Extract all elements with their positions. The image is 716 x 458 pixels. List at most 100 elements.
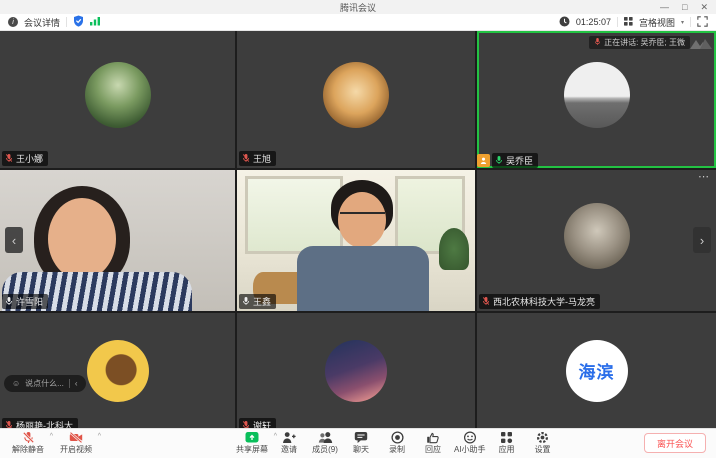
video-grid: 王小娜 王旭 正在讲话: 吴乔臣; 王微 吴乔臣: [0, 31, 716, 428]
meeting-details-button[interactable]: 会议详情: [24, 16, 60, 29]
quick-chat-input[interactable]: ☺ 说点什么... ‹: [4, 375, 86, 392]
mic-muted-icon: [5, 420, 13, 429]
host-badge-icon: [477, 154, 490, 167]
start-video-label: 开启视频: [60, 444, 92, 455]
mic-speaking-icon: [495, 155, 503, 167]
apps-grid-icon: [500, 431, 513, 444]
previous-page-button[interactable]: ‹: [5, 227, 23, 253]
mic-muted-icon: [482, 296, 490, 308]
participant-name-tag: 王鑫: [239, 294, 276, 309]
participant-name-tag: 杨丽艳-北科大: [2, 418, 78, 428]
chevron-up-icon[interactable]: ^: [98, 433, 101, 440]
avatar-text: 海滨: [566, 340, 628, 402]
fullscreen-icon[interactable]: [697, 16, 708, 29]
minimize-button[interactable]: —: [660, 0, 669, 14]
settings-button[interactable]: 设置: [528, 431, 558, 455]
participant-tile[interactable]: 王旭: [237, 31, 475, 168]
chat-placeholder[interactable]: 说点什么...: [25, 378, 64, 389]
divider: [66, 17, 67, 27]
reaction-label: 回应: [425, 444, 441, 455]
participant-name: 王鑫: [253, 295, 271, 308]
members-button[interactable]: 成员(9): [310, 431, 340, 455]
share-screen-button[interactable]: ^ 共享屏幕: [236, 431, 268, 455]
chevron-down-icon[interactable]: ▾: [681, 19, 684, 26]
avatar: [564, 203, 630, 269]
participant-tile[interactable]: ⋯ 西北农林科技大学-马龙亮: [477, 170, 716, 311]
members-label: 成员(9): [312, 444, 338, 455]
start-video-button[interactable]: ^ 开启视频: [60, 431, 92, 455]
participant-name: 西北农林科技大学-马龙亮: [493, 295, 595, 308]
camera-off-icon: [69, 431, 83, 444]
grid-view-icon: [624, 17, 633, 28]
menu-right-group: 01:25:07 宫格视图 ▾: [559, 16, 708, 29]
avatar: [325, 340, 387, 402]
members-icon: [318, 431, 333, 444]
record-icon: [391, 431, 404, 444]
speaking-banner-text: 正在讲话: 吴乔臣; 王微: [604, 37, 685, 48]
apps-button[interactable]: 应用: [492, 431, 522, 455]
maximize-button[interactable]: □: [682, 0, 687, 14]
mic-on-icon: [242, 296, 250, 308]
toolbar-left-group: ^ 解除静音 ^ 开启视频: [12, 431, 92, 455]
unmute-button[interactable]: ^ 解除静音: [12, 431, 44, 455]
chat-icon: [354, 431, 368, 444]
avatar: [323, 62, 389, 128]
leave-meeting-button[interactable]: 离开会议: [644, 433, 706, 453]
collapse-chat-icon[interactable]: ‹: [75, 379, 78, 388]
security-shield-icon[interactable]: [73, 15, 84, 29]
mic-muted-icon: [5, 153, 13, 165]
participant-name-tag: 王旭: [239, 151, 276, 166]
ai-assistant-button[interactable]: AI小助手: [454, 431, 486, 455]
participant-tile[interactable]: ☺ 说点什么... ‹ 杨丽艳-北科大: [0, 313, 235, 428]
meeting-timer: 01:25:07: [576, 17, 611, 27]
invite-label: 邀请: [281, 444, 297, 455]
reaction-hand-icon: [426, 431, 440, 444]
mic-muted-icon: [242, 420, 250, 429]
divider: [617, 17, 618, 27]
participant-tile[interactable]: 王小娜: [0, 31, 235, 168]
smiley-icon[interactable]: ☺: [12, 379, 20, 388]
participant-tile[interactable]: 谢轩: [237, 313, 475, 428]
chat-button[interactable]: 聊天: [346, 431, 376, 455]
next-page-button[interactable]: ›: [693, 227, 711, 253]
gear-icon: [536, 431, 549, 444]
participant-tile-video[interactable]: 许雪阳: [0, 170, 235, 311]
network-signal-icon[interactable]: [90, 16, 101, 28]
more-options-icon[interactable]: ⋯: [698, 170, 710, 183]
video-feed: [340, 212, 385, 224]
close-button[interactable]: ✕: [700, 0, 708, 14]
participant-tile[interactable]: 海滨: [477, 313, 716, 428]
share-screen-icon: [245, 431, 259, 444]
apps-label: 应用: [499, 444, 515, 455]
speaking-banner: 正在讲话: 吴乔臣; 王微: [589, 36, 690, 49]
unmute-label: 解除静音: [12, 444, 44, 455]
reaction-button[interactable]: 回应: [418, 431, 448, 455]
chevron-up-icon[interactable]: ^: [50, 433, 53, 440]
view-mode-selector[interactable]: 宫格视图: [639, 16, 675, 29]
avatar: [87, 340, 149, 402]
record-button[interactable]: 录制: [382, 431, 412, 455]
ai-assistant-icon: [463, 431, 477, 444]
invite-button[interactable]: 邀请: [274, 431, 304, 455]
participant-name-tag: 谢轩: [239, 418, 276, 428]
clock-icon: [559, 16, 570, 29]
participant-name: 王旭: [253, 152, 271, 165]
tencent-meeting-window: 腾讯会议 — □ ✕ i 会议详情 01:25:07: [0, 0, 716, 458]
participant-name: 王小娜: [16, 152, 43, 165]
ai-assistant-label: AI小助手: [454, 444, 486, 455]
mic-muted-icon: [242, 153, 250, 165]
meeting-toolbar: ^ 解除静音 ^ 开启视频 ^ 共享屏幕 邀请 成员(9): [0, 428, 716, 458]
video-feed: [48, 198, 116, 280]
participant-tile-active-speaker[interactable]: 正在讲话: 吴乔臣; 王微 吴乔臣: [477, 31, 716, 168]
participant-name: 杨丽艳-北科大: [16, 419, 73, 428]
record-label: 录制: [389, 444, 405, 455]
mountain-watermark-icon: [690, 36, 712, 54]
participant-tile-video[interactable]: 王鑫: [237, 170, 475, 311]
participant-name: 谢轩: [253, 419, 271, 428]
participant-name-tag: 许雪阳: [2, 294, 48, 309]
participant-name-tag: 王小娜: [2, 151, 48, 166]
window-controls: — □ ✕: [660, 0, 708, 14]
meeting-menu-bar: i 会议详情 01:25:07 宫格视图 ▾: [0, 14, 716, 31]
divider: [69, 379, 70, 388]
mic-icon: [594, 37, 601, 48]
